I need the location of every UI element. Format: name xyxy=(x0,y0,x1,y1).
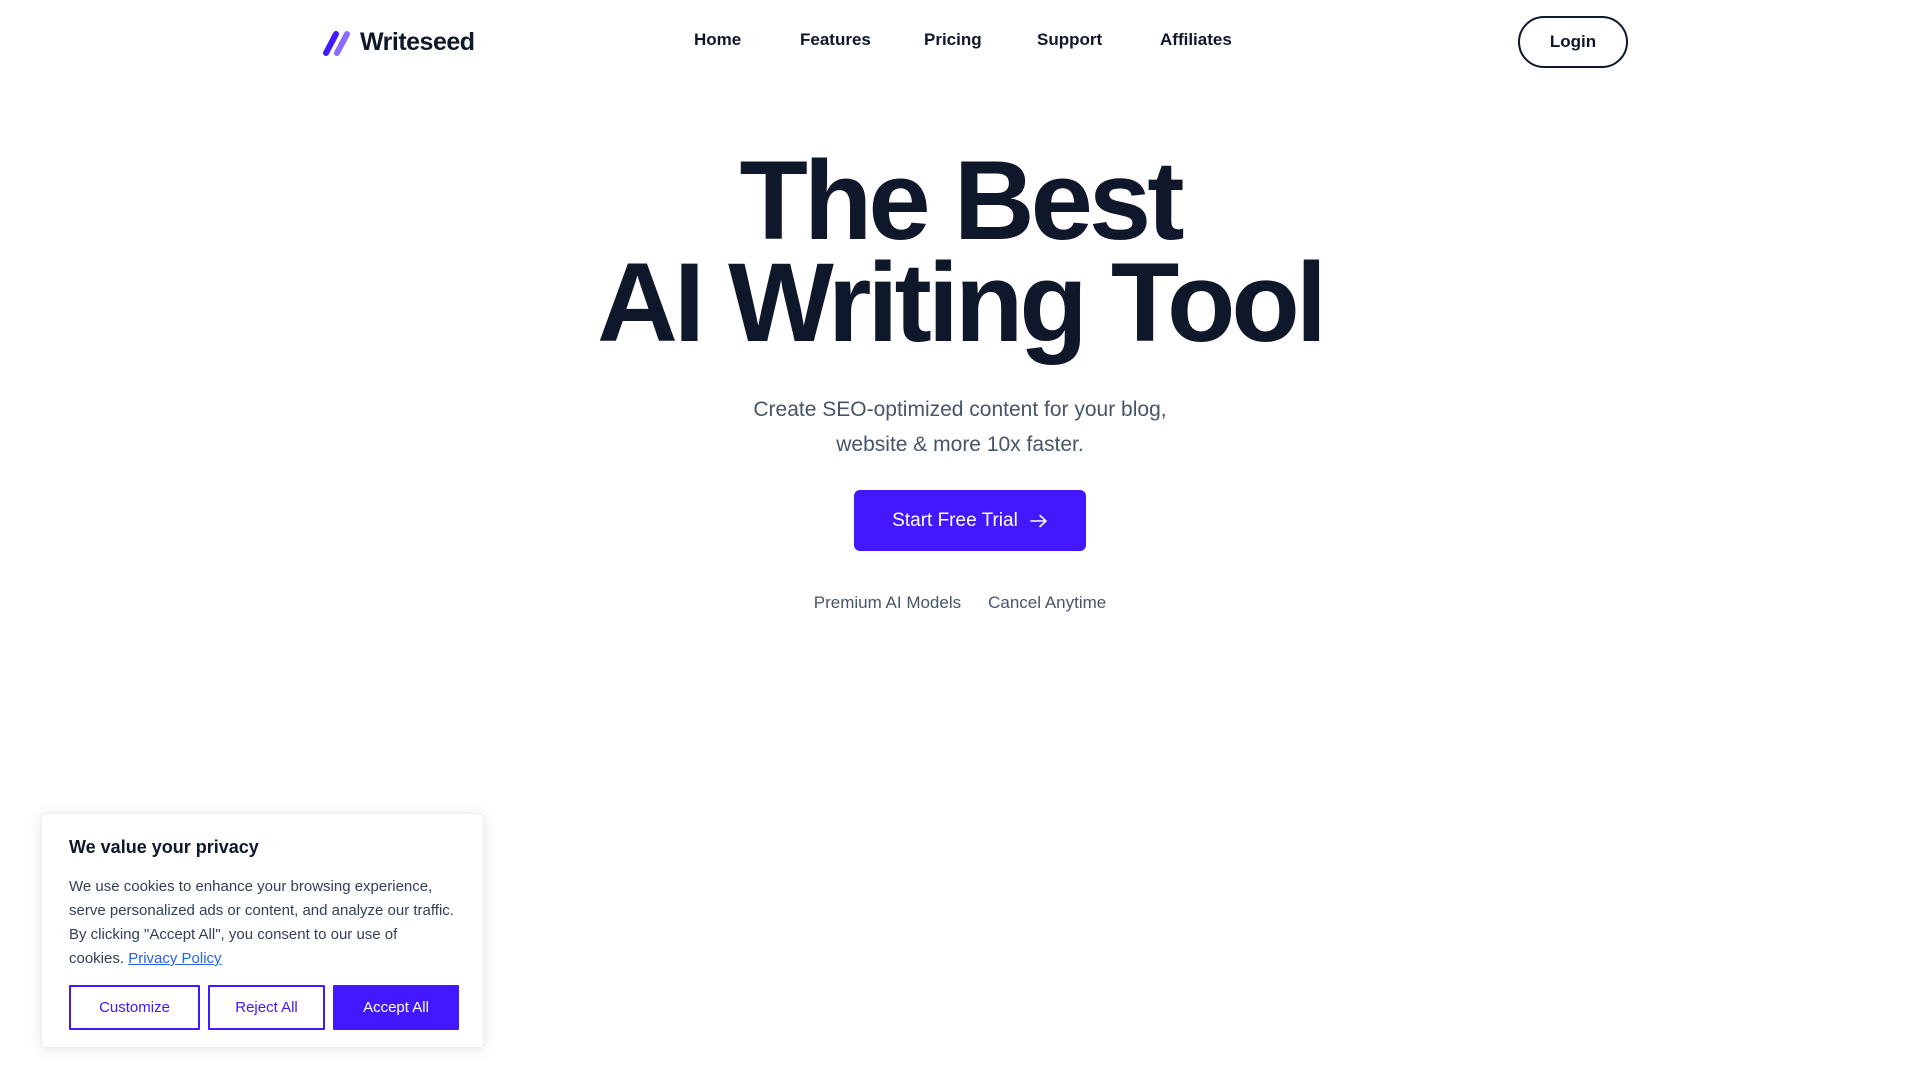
site-header: Writeseed Home Features Pricing Support … xyxy=(0,0,1920,86)
hero-subtitle: Create SEO-optimized content for your bl… xyxy=(660,392,1260,462)
feature-badges: Premium AI Models Cancel Anytime xyxy=(0,593,1920,613)
cookie-actions: Customize Reject All Accept All xyxy=(69,985,459,1030)
nav-affiliates[interactable]: Affiliates xyxy=(1160,30,1232,50)
accept-all-button[interactable]: Accept All xyxy=(333,985,459,1030)
hero-subtitle-line-1: Create SEO-optimized content for your bl… xyxy=(753,398,1167,421)
main-nav: Home Features Pricing Support Affiliates xyxy=(0,30,1920,56)
cta-label: Start Free Trial xyxy=(892,509,1018,531)
cookie-consent-banner: We value your privacy We use cookies to … xyxy=(41,813,484,1048)
reject-all-button[interactable]: Reject All xyxy=(208,985,325,1030)
privacy-policy-link[interactable]: Privacy Policy xyxy=(128,950,221,967)
hero-title-line-1: The Best xyxy=(739,138,1185,263)
cookie-description: We use cookies to enhance your browsing … xyxy=(69,878,454,967)
cookie-title: We value your privacy xyxy=(69,837,259,857)
hero-title: The Best AI Writing Tool xyxy=(0,138,1920,365)
landing-page: Writeseed Home Features Pricing Support … xyxy=(0,0,1920,1080)
customize-button[interactable]: Customize xyxy=(69,985,200,1030)
nav-support[interactable]: Support xyxy=(1037,30,1102,50)
hero-title-line-2: AI Writing Tool xyxy=(597,240,1327,365)
cookie-text: We use cookies to enhance your browsing … xyxy=(69,875,456,971)
nav-home[interactable]: Home xyxy=(694,30,741,50)
nav-pricing[interactable]: Pricing xyxy=(924,30,982,50)
nav-features[interactable]: Features xyxy=(800,30,871,50)
badge-premium-ai-models: Premium AI Models xyxy=(813,593,962,612)
login-button[interactable]: Login xyxy=(1518,16,1628,68)
arrow-right-icon xyxy=(1030,514,1047,527)
start-free-trial-button[interactable]: Start Free Trial xyxy=(854,490,1086,551)
badge-cancel-anytime: Cancel Anytime xyxy=(988,593,1107,612)
hero-subtitle-line-2: website & more 10x faster. xyxy=(836,433,1084,456)
